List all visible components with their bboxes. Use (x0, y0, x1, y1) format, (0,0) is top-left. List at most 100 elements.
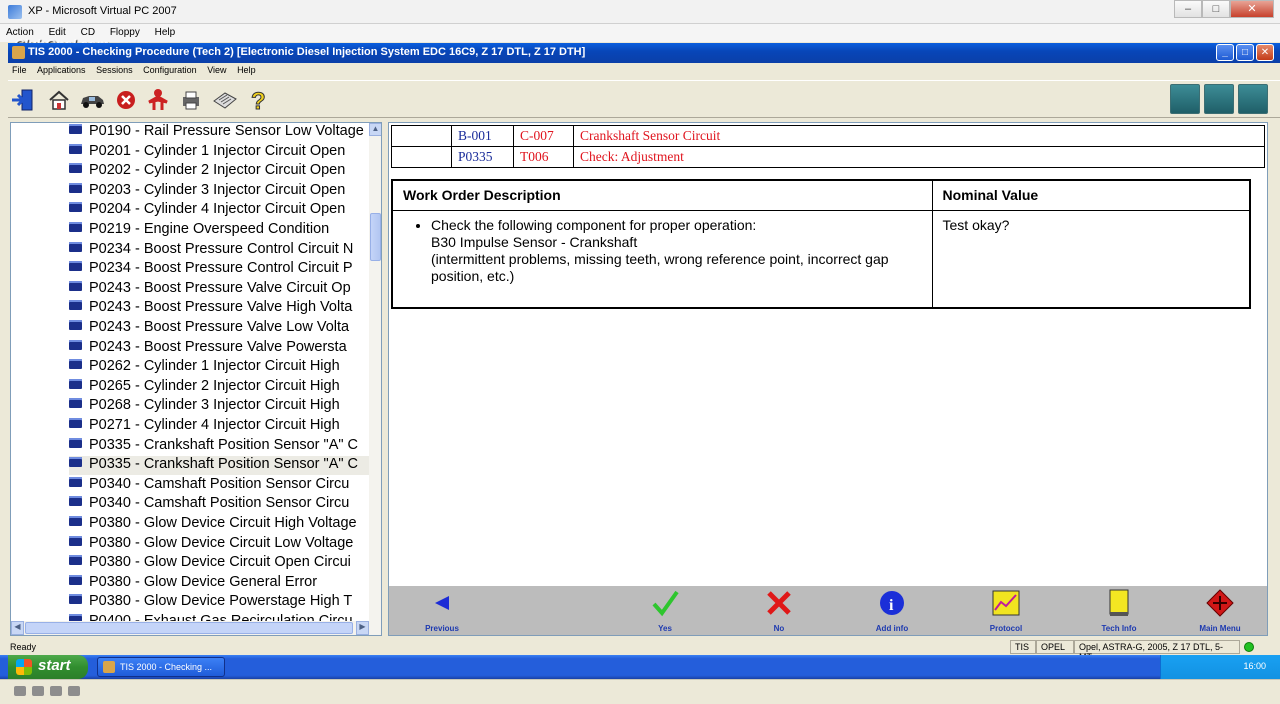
vpc-maximize-button[interactable]: □ (1202, 0, 1230, 18)
tree-item-label: P0204 - Cylinder 4 Injector Circuit Open (89, 201, 346, 218)
car-diagnosis-icon[interactable] (1238, 84, 1268, 114)
svg-text:?: ? (251, 88, 266, 113)
tree-item-label: P0380 - Glow Device Circuit High Voltage (89, 515, 357, 531)
yes-button[interactable]: Yes (630, 588, 700, 634)
host-tray-icon[interactable] (32, 686, 44, 696)
tree-item[interactable]: P0340 - Camshaft Position Sensor Circu (69, 476, 371, 495)
tree-item[interactable]: P0234 - Boost Pressure Control Circuit N (69, 241, 371, 260)
check-icon (630, 588, 700, 618)
menu-file[interactable]: File (8, 63, 31, 75)
menu-sessions[interactable]: Sessions (92, 63, 137, 75)
tree-item[interactable]: P0234 - Boost Pressure Control Circuit P (69, 260, 371, 279)
vpc-close-button[interactable]: ✕ (1230, 0, 1274, 18)
tis-maximize-button[interactable]: □ (1236, 44, 1254, 61)
vpc-window-title: XP - Microsoft Virtual PC 2007 (28, 5, 177, 17)
menu-applications[interactable]: Applications (33, 63, 90, 75)
tis-close-button[interactable]: ✕ (1256, 44, 1274, 61)
hscroll-thumb[interactable] (25, 622, 353, 634)
tree-item[interactable]: P0219 - Engine Overspeed Condition (69, 221, 371, 240)
vehicle-icon[interactable] (78, 88, 104, 112)
car-info-icon[interactable] (1204, 84, 1234, 114)
book-icon (69, 143, 82, 154)
tree-vertical-scrollbar[interactable]: ▲ (369, 123, 381, 621)
tree-item[interactable]: P0380 - Glow Device Circuit Open Circui (69, 554, 371, 573)
vpc-minimize-button[interactable]: – (1174, 0, 1202, 18)
info-icon: i (857, 588, 927, 618)
host-tray-icon[interactable] (68, 686, 80, 696)
system-tray: 16:00 (1160, 655, 1280, 679)
tree-item-label: P0203 - Cylinder 3 Injector Circuit Open (89, 181, 346, 198)
menu-configuration[interactable]: Configuration (139, 63, 201, 75)
notes-icon[interactable] (211, 88, 237, 112)
tree-item[interactable]: P0201 - Cylinder 1 Injector Circuit Open (69, 143, 371, 162)
scroll-thumb[interactable] (370, 213, 381, 261)
host-tray-icon[interactable] (50, 686, 62, 696)
tree-item-label: P0243 - Boost Pressure Valve High Volta (89, 299, 353, 316)
start-button[interactable]: start (8, 655, 88, 679)
main-menu-button[interactable]: Main Menu (1185, 588, 1255, 634)
tech-info-button[interactable]: Tech Info (1084, 588, 1154, 634)
taskbar-item-tis[interactable]: TIS 2000 - Checking ... (97, 657, 225, 677)
tree-item-label: P0265 - Cylinder 2 Injector Circuit High (89, 377, 340, 394)
tree-item[interactable]: P0262 - Cylinder 1 Injector Circuit High (69, 358, 371, 377)
main-menu-icon (1185, 588, 1255, 618)
book-icon (69, 261, 82, 272)
tree-item[interactable]: P0340 - Camshaft Position Sensor Circu (69, 495, 371, 514)
dtc-tree[interactable]: P0190 - Rail Pressure Sensor Low Voltage… (10, 122, 382, 636)
tree-item[interactable]: P0268 - Cylinder 3 Injector Circuit High (69, 397, 371, 416)
work-order-table: Work Order Description Nominal Value Che… (391, 179, 1251, 309)
scroll-up-icon[interactable]: ▲ (369, 123, 381, 136)
no-label: No (773, 624, 785, 633)
tree-item[interactable]: P0380 - Glow Device General Error (69, 574, 371, 593)
tree-item[interactable]: P0380 - Glow Device Circuit High Voltage (69, 515, 371, 534)
tree-item[interactable]: P0243 - Boost Pressure Valve Powersta (69, 339, 371, 358)
tree-item[interactable]: P0271 - Cylinder 4 Injector Circuit High (69, 417, 371, 436)
tech2-icon[interactable] (1170, 84, 1200, 114)
clock[interactable]: 16:00 (1243, 661, 1266, 671)
help-icon[interactable]: ? (246, 88, 272, 114)
person-icon[interactable] (145, 88, 171, 112)
tree-item[interactable]: P0265 - Cylinder 2 Injector Circuit High (69, 378, 371, 397)
tech-info-label: Tech Info (1101, 624, 1137, 633)
menu-help[interactable]: Help (233, 63, 260, 75)
check-details: (intermittent problems, missing teeth, w… (431, 250, 889, 284)
tree-item[interactable]: P0243 - Boost Pressure Valve High Volta (69, 299, 371, 318)
print-icon[interactable] (178, 88, 204, 112)
tree-item[interactable]: P0335 - Crankshaft Position Sensor "A" C (69, 456, 371, 476)
book-icon (69, 574, 82, 585)
no-button[interactable]: No (744, 588, 814, 634)
previous-button[interactable]: Previous (407, 588, 477, 634)
table-row: P0335 T006 Check: Adjustment (391, 146, 1265, 168)
add-info-button[interactable]: i Add info (857, 588, 927, 634)
tree-item[interactable]: P0190 - Rail Pressure Sensor Low Voltage (69, 123, 371, 142)
tis-minimize-button[interactable]: _ (1216, 44, 1234, 61)
tree-horizontal-scrollbar[interactable]: ◀ ▶ (11, 621, 381, 635)
tree-item[interactable]: P0243 - Boost Pressure Valve Low Volta (69, 319, 371, 338)
home-icon[interactable] (46, 88, 72, 112)
scroll-left-icon[interactable]: ◀ (11, 621, 24, 635)
tree-item[interactable]: P0243 - Boost Pressure Valve Circuit Op (69, 280, 371, 299)
protocol-label: Protocol (989, 624, 1023, 633)
test-name: Check: Adjustment (573, 146, 1265, 168)
tree-item[interactable]: P0204 - Cylinder 4 Injector Circuit Open (69, 201, 371, 220)
stop-icon[interactable] (113, 88, 139, 112)
protocol-button[interactable]: Protocol (971, 588, 1041, 634)
tree-item[interactable]: P0335 - Crankshaft Position Sensor "A" C (69, 437, 371, 456)
tree-item[interactable]: P0380 - Glow Device Circuit Low Voltage (69, 535, 371, 554)
taskbar-item-label: TIS 2000 - Checking ... (120, 662, 213, 672)
host-tray-icon[interactable] (14, 686, 26, 696)
tree-item-label: P0219 - Engine Overspeed Condition (89, 221, 330, 237)
action-bar: Previous Yes No i Add info Protocol Tech… (389, 586, 1267, 635)
vpc-menu-floppy[interactable]: Floppy (104, 24, 146, 38)
menu-view[interactable]: View (203, 63, 230, 75)
tree-item[interactable]: P0203 - Cylinder 3 Injector Circuit Open (69, 182, 371, 201)
tree-item[interactable]: P0202 - Cylinder 2 Injector Circuit Open (69, 162, 371, 181)
scroll-right-icon[interactable]: ▶ (356, 621, 369, 635)
exit-icon[interactable] (10, 88, 36, 112)
content-pane: B-001 C-007 Crankshaft Sensor Circuit P0… (388, 122, 1268, 636)
work-order-description: Check the following component for proper… (391, 209, 933, 309)
tree-item-label: P0340 - Camshaft Position Sensor Circu (89, 495, 350, 512)
vpc-menu-help[interactable]: Help (149, 24, 182, 38)
tree-item-label: P0234 - Boost Pressure Control Circuit N (89, 240, 354, 257)
tree-item[interactable]: P0380 - Glow Device Powerstage High T (69, 593, 371, 612)
